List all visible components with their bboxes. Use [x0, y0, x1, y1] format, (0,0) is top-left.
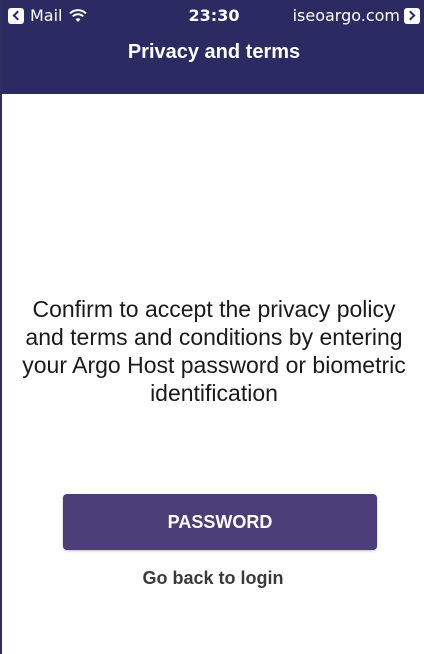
screen: Mail 23:30 iseoargo.com Privacy and term… — [0, 0, 424, 654]
nav-bar: Privacy and terms — [2, 34, 424, 94]
page-title: Privacy and terms — [127, 41, 301, 63]
consent-message: Confirm to accept the privacy policy and… — [22, 296, 406, 406]
password-button[interactable]: PASSWORD — [63, 494, 377, 550]
go-back-to-login-link[interactable]: Go back to login — [2, 568, 424, 589]
